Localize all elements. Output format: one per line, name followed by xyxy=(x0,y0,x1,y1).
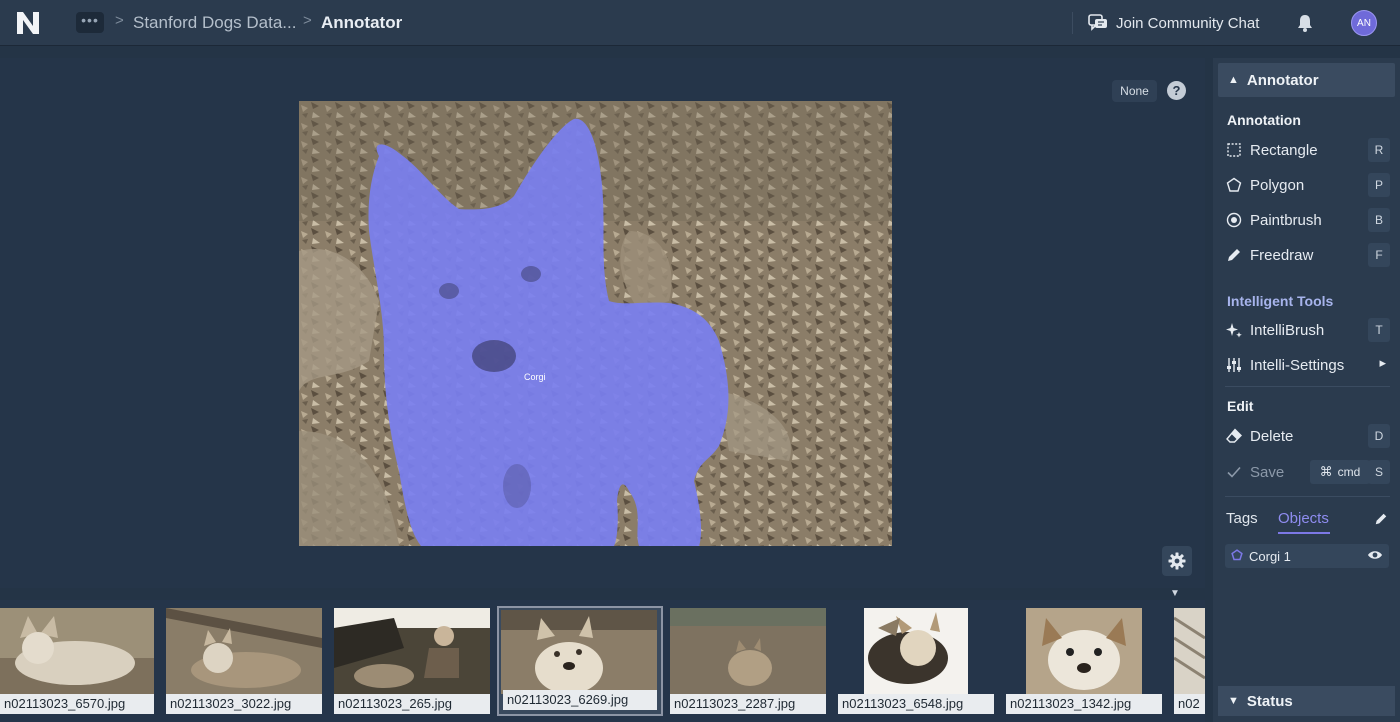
settings-button[interactable] xyxy=(1162,546,1192,576)
join-community-chat-link[interactable]: Join Community Chat xyxy=(1088,12,1259,34)
thumbnail[interactable]: n02113023_6570.jpg xyxy=(0,608,154,714)
tool-polygon[interactable]: Polygon P xyxy=(1226,173,1390,197)
filmstrip: n02113023_6570.jpg n02113023_3022.jpg n0… xyxy=(0,600,1205,722)
divider xyxy=(1225,386,1390,387)
tool-label: Freedraw xyxy=(1250,246,1314,264)
tool-label: Polygon xyxy=(1250,176,1305,194)
section-annotation: Annotation xyxy=(1227,112,1301,128)
divider xyxy=(1072,12,1073,34)
logo-icon[interactable] xyxy=(14,10,42,36)
tool-intellibrush[interactable]: IntelliBrush T xyxy=(1226,318,1390,342)
chevron-right-icon: ▸ xyxy=(1379,355,1386,370)
thumbnail[interactable]: n02113023_1342.jpg xyxy=(1006,608,1162,714)
thumbnail[interactable]: n02113023_6548.jpg xyxy=(838,608,994,714)
polygon-icon xyxy=(1226,177,1242,193)
chat-link-label: Join Community Chat xyxy=(1116,14,1260,32)
shortcut-key: B xyxy=(1368,208,1390,232)
shortcut-key: F xyxy=(1368,243,1390,267)
thumbnail-selected[interactable]: n02113023_6269.jpg xyxy=(497,606,663,716)
tab-active-indicator xyxy=(1278,532,1330,534)
bell-icon[interactable] xyxy=(1296,13,1314,33)
class-selector[interactable]: None xyxy=(1112,80,1157,102)
thumbnail-filename: n02113023_265.jpg xyxy=(334,694,490,714)
more-breadcrumbs-button[interactable]: ••• xyxy=(76,12,104,33)
shortcut-key: T xyxy=(1368,318,1390,342)
thumbnail-filename: n02 xyxy=(1174,694,1205,714)
thumbnail-filename: n02113023_3022.jpg xyxy=(166,694,322,714)
eraser-icon xyxy=(1226,428,1242,444)
tool-rectangle[interactable]: Rectangle R xyxy=(1226,138,1390,162)
paintbrush-icon xyxy=(1226,212,1242,228)
tool-label: Paintbrush xyxy=(1250,211,1322,229)
top-bar: ••• > Stanford Dogs Data... > Annotator … xyxy=(0,0,1400,46)
thumbnail[interactable]: n02 xyxy=(1174,608,1205,714)
annotated-image[interactable]: Corgi xyxy=(299,101,892,546)
command-icon: ⌘ xyxy=(1319,464,1333,479)
tab-objects[interactable]: Objects xyxy=(1278,510,1329,527)
collapse-filmstrip-icon[interactable]: ▼ xyxy=(1170,588,1180,599)
chevron-down-icon: ▼ xyxy=(1228,695,1239,707)
annotation-label: Corgi xyxy=(524,372,546,382)
breadcrumb-dataset[interactable]: Stanford Dogs Data... xyxy=(133,13,296,33)
sparkle-icon xyxy=(1226,322,1242,338)
tool-freedraw[interactable]: Freedraw F xyxy=(1226,243,1390,267)
panel-title: Annotator xyxy=(1246,71,1319,89)
shortcut-key: R xyxy=(1368,138,1390,162)
panel-tabs: Tags Objects xyxy=(1226,510,1390,534)
shortcut-key: P xyxy=(1368,173,1390,197)
object-label: Corgi 1 xyxy=(1249,548,1291,564)
tool-label: IntelliBrush xyxy=(1250,321,1325,339)
thumbnail[interactable]: n02113023_265.jpg xyxy=(334,608,490,714)
status-label: Status xyxy=(1246,692,1293,710)
chevron-up-icon: ▲ xyxy=(1228,74,1239,86)
breadcrumb-separator: > xyxy=(303,12,312,29)
sliders-icon xyxy=(1226,357,1242,373)
polygon-icon xyxy=(1231,548,1243,564)
divider xyxy=(1225,496,1390,497)
delete-button[interactable]: Delete D xyxy=(1226,424,1390,448)
breadcrumb-current: Annotator xyxy=(321,13,403,32)
shortcut-cmd: ⌘ cmd xyxy=(1310,460,1370,484)
breadcrumb-separator: > xyxy=(115,12,124,29)
object-list-item[interactable]: Corgi 1 xyxy=(1225,544,1389,568)
tool-label: Rectangle xyxy=(1250,141,1318,159)
thumbnail-filename: n02113023_6269.jpg xyxy=(503,690,657,710)
tool-label: Save xyxy=(1250,463,1285,481)
shortcut-key: D xyxy=(1368,424,1390,448)
tool-label: Delete xyxy=(1250,427,1294,445)
rectangle-icon xyxy=(1226,142,1242,158)
right-panel: ▲ Annotator Annotation Rectangle R Polyg… xyxy=(1213,58,1400,722)
thumbnail-filename: n02113023_6548.jpg xyxy=(838,694,994,714)
eye-icon[interactable] xyxy=(1367,549,1383,564)
gear-icon xyxy=(1168,552,1186,570)
save-button[interactable]: Save ⌘ cmd S xyxy=(1226,460,1390,484)
thumbnail-filename: n02113023_2287.jpg xyxy=(670,694,826,714)
pencil-icon xyxy=(1226,247,1242,263)
section-edit: Edit xyxy=(1227,398,1254,414)
tab-tags[interactable]: Tags xyxy=(1226,510,1258,527)
edit-pencil-icon[interactable] xyxy=(1374,512,1388,531)
help-icon[interactable]: ? xyxy=(1167,81,1186,100)
status-panel-header[interactable]: ▼ Status xyxy=(1218,686,1395,716)
thumbnail-filename: n02113023_6570.jpg xyxy=(0,694,154,714)
thumbnail[interactable]: n02113023_3022.jpg xyxy=(166,608,322,714)
thumbnail-filename: n02113023_1342.jpg xyxy=(1006,694,1162,714)
avatar[interactable]: AN xyxy=(1351,10,1377,36)
thumbnail[interactable]: n02113023_2287.jpg xyxy=(670,608,826,714)
section-intelligent-tools: Intelligent Tools xyxy=(1227,293,1334,309)
shortcut-key: S xyxy=(1368,460,1390,484)
chat-icon xyxy=(1088,14,1107,31)
intelli-settings[interactable]: Intelli-Settings ▸ xyxy=(1226,353,1390,377)
checkmark-icon xyxy=(1226,464,1242,480)
tool-label: Intelli-Settings xyxy=(1250,356,1345,374)
tool-paintbrush[interactable]: Paintbrush B xyxy=(1226,208,1390,232)
annotator-panel-header[interactable]: ▲ Annotator xyxy=(1218,63,1395,97)
